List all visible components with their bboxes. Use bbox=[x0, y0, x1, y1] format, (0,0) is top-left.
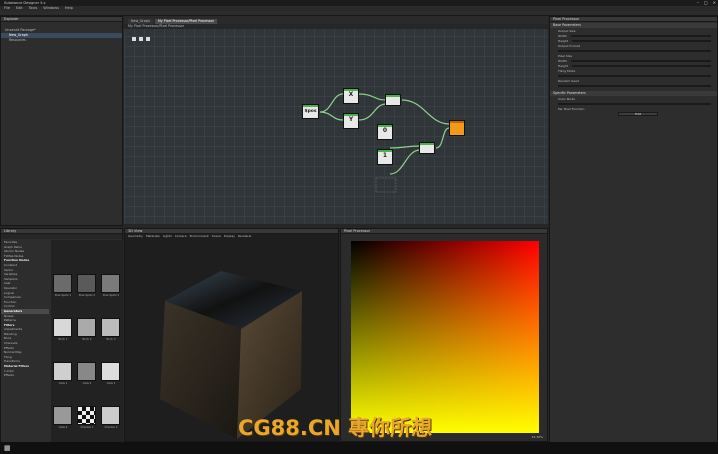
node-label: 0 bbox=[382, 127, 388, 134]
node-vector-xy[interactable] bbox=[385, 94, 401, 106]
node-links bbox=[319, 93, 450, 193]
prop-label: Width bbox=[558, 58, 567, 63]
prop-label: Height bbox=[558, 38, 568, 43]
node-constant-1[interactable]: 1 bbox=[377, 149, 393, 165]
thumbnail-label: Cells 1 bbox=[58, 382, 68, 385]
tiling-dropdown[interactable] bbox=[558, 74, 711, 77]
thumbnail-label: Cells 2 bbox=[82, 382, 92, 385]
library-thumbnail[interactable] bbox=[53, 406, 72, 425]
node-pos[interactable]: $pos bbox=[302, 104, 319, 119]
library-thumbnail[interactable] bbox=[101, 406, 120, 425]
node-label: $pos bbox=[304, 109, 317, 114]
node-label: Y bbox=[348, 116, 354, 123]
watermark: CG88.CN 專你所想 bbox=[238, 416, 433, 440]
thumbnail-label: Brick 3 bbox=[106, 338, 116, 341]
properties-panel: Pixel Processor Base Parameters Output S… bbox=[549, 16, 718, 454]
3d-menu-item[interactable]: Materials bbox=[146, 234, 160, 239]
seed-slider[interactable] bbox=[558, 84, 711, 87]
tree-label: Resources bbox=[9, 38, 26, 42]
prop-row: Edit bbox=[550, 111, 717, 116]
2d-view-title: Pixel Processor bbox=[341, 229, 547, 234]
tree-label: New_Graph bbox=[9, 33, 28, 37]
node-swizzle-x[interactable]: X bbox=[343, 88, 359, 104]
color-mode-toggle[interactable] bbox=[558, 102, 711, 105]
library-thumbnail[interactable] bbox=[77, 318, 96, 337]
windows-start-icon[interactable]: ▦ bbox=[4, 444, 11, 452]
app-window: Substance Designer 5.x – □ × File Edit T… bbox=[0, 0, 718, 454]
library-thumbnails: Bnw Spots 1 Bnw Spots 2 Bnw Spots 3 Brick 1… bbox=[51, 240, 123, 445]
prop-label: Height bbox=[558, 63, 568, 68]
prop-label: Tiling Mode bbox=[558, 68, 576, 73]
node-swizzle-y[interactable]: Y bbox=[343, 113, 359, 129]
prop-label: Per Pixel Function bbox=[558, 106, 585, 111]
2d-view-panel: Pixel Processor 32.30% bbox=[340, 228, 548, 442]
node-output[interactable] bbox=[449, 120, 465, 136]
thumbnail-label: Cells 3 bbox=[106, 382, 116, 385]
thumbnail-label: Brick 1 bbox=[58, 338, 68, 341]
window-title: Substance Designer 5.x bbox=[4, 1, 46, 5]
3d-view-panel: 3D View Geometry Materials Lights Camera Env… bbox=[124, 228, 339, 442]
library-thumbnail[interactable] bbox=[53, 318, 72, 337]
3d-menu-item[interactable]: Scene bbox=[212, 234, 221, 239]
prop-label: Pixel Size bbox=[558, 53, 573, 58]
thumbnail-label: Bnw Spots 1 bbox=[54, 294, 72, 297]
format-dropdown[interactable] bbox=[558, 49, 711, 52]
3d-menu-item[interactable]: Geometry bbox=[128, 234, 143, 239]
thumbnail-label: Bnw Spots 2 bbox=[78, 294, 96, 297]
library-thumbnail[interactable] bbox=[77, 274, 96, 293]
tree-label: Unsaved Package* bbox=[5, 28, 36, 32]
node-label: 1 bbox=[382, 152, 388, 159]
library-thumbnail[interactable] bbox=[101, 274, 120, 293]
library-search-input[interactable] bbox=[1, 234, 122, 239]
node-vector-zw[interactable] bbox=[419, 142, 435, 154]
edit-function-button[interactable]: Edit bbox=[618, 111, 658, 116]
prop-label: Output Format bbox=[558, 43, 580, 48]
3d-menu-item[interactable]: Renderer bbox=[238, 234, 252, 239]
prop-label: Width bbox=[558, 33, 567, 38]
library-thumbnail[interactable] bbox=[77, 362, 96, 381]
library-panel: Library Favorites Graph Items Atomic Nodes… bbox=[0, 228, 123, 450]
3d-viewport[interactable] bbox=[125, 239, 338, 441]
thumbnail-label: Cells 4 bbox=[58, 426, 68, 429]
prop-label: Output Size bbox=[558, 28, 576, 33]
uv-gradient-preview bbox=[351, 241, 539, 433]
node-label: X bbox=[348, 91, 354, 98]
3d-menu-item[interactable]: Display bbox=[224, 234, 235, 239]
node-constant-0[interactable]: 0 bbox=[377, 124, 393, 140]
library-categories: Favorites Graph Items Atomic Nodes FxMap No… bbox=[1, 240, 49, 378]
library-thumbnail[interactable] bbox=[77, 406, 96, 425]
zoom-readout: 32.30% bbox=[531, 435, 543, 439]
prop-label: Color Mode bbox=[558, 96, 575, 101]
width-slider[interactable] bbox=[570, 34, 711, 37]
library-thumbnail[interactable] bbox=[101, 362, 120, 381]
library-thumbnail[interactable] bbox=[53, 274, 72, 293]
thumbnail-label: Bnw Spots 3 bbox=[102, 294, 120, 297]
thumbnail-label: Checker 1 bbox=[80, 426, 94, 429]
library-thumbnail[interactable] bbox=[101, 318, 120, 337]
library-thumbnail[interactable] bbox=[53, 362, 72, 381]
library-category[interactable]: Effects bbox=[1, 373, 49, 378]
tree-item-resources[interactable]: Resources bbox=[1, 38, 122, 43]
thumbnail-label: Brick 2 bbox=[82, 338, 92, 341]
3d-menu-item[interactable]: Lights bbox=[163, 234, 172, 239]
prop-label: Random Seed bbox=[558, 78, 579, 83]
properties-title: Pixel Processor bbox=[550, 17, 717, 22]
pixel-height-slider[interactable] bbox=[571, 64, 711, 67]
pixel-width-slider[interactable] bbox=[570, 59, 711, 62]
prop-row bbox=[550, 83, 717, 88]
height-slider[interactable] bbox=[571, 39, 711, 42]
3d-menu-item[interactable]: Environment bbox=[190, 234, 209, 239]
taskbar: ▦ bbox=[0, 442, 718, 454]
explorer-panel: Explorer Unsaved Package* New_Graph Reso… bbox=[0, 16, 123, 226]
3d-menu-item[interactable]: Camera bbox=[175, 234, 187, 239]
thumbnail-label: Checker 2 bbox=[104, 426, 118, 429]
